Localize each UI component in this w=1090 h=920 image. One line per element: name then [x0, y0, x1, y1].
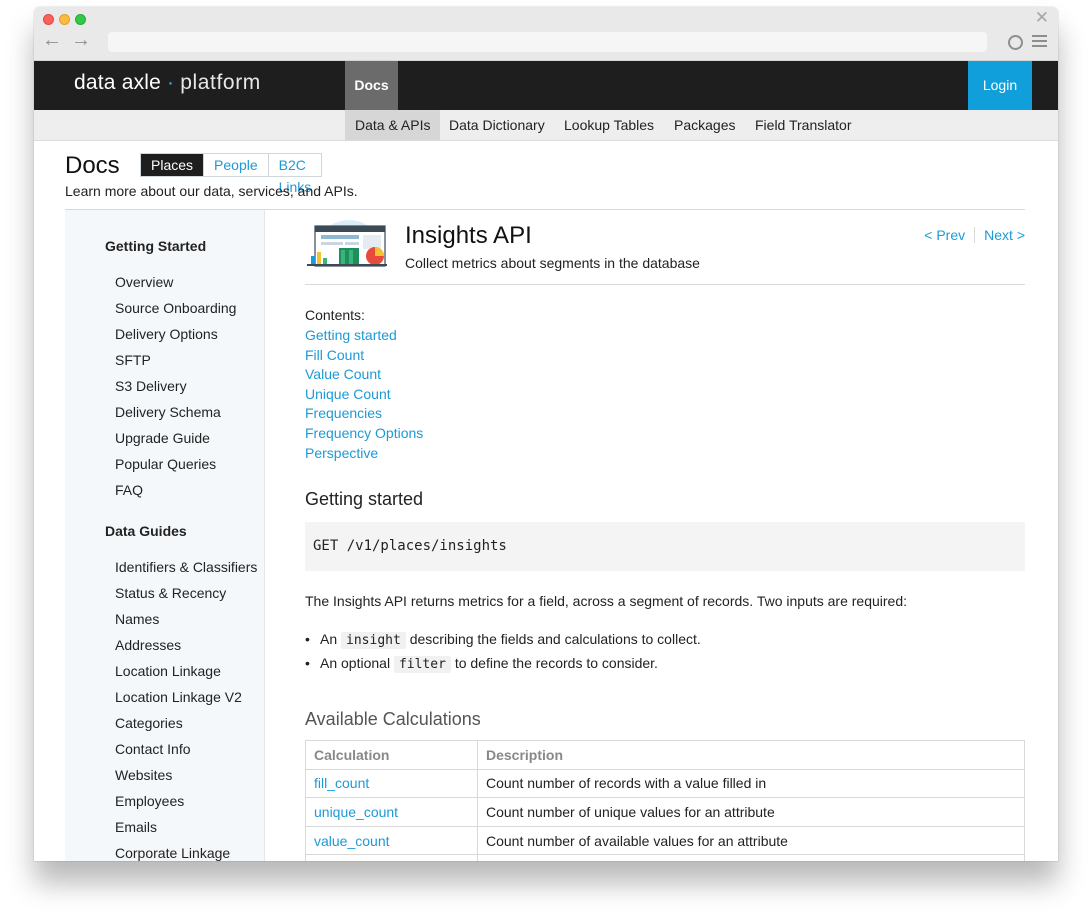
toc-link-perspective[interactable]: Perspective: [305, 444, 423, 464]
sidebar-item-employees[interactable]: Employees: [115, 793, 184, 809]
sidebar-item-source-onboarding[interactable]: Source Onboarding: [115, 300, 236, 316]
toc-link-getting-started[interactable]: Getting started: [305, 326, 423, 346]
article-subtitle: Collect metrics about segments in the da…: [405, 255, 700, 271]
section-heading-getting-started: Getting started: [305, 489, 424, 509]
browser-chrome: ✕ ← →: [34, 7, 1058, 61]
brand-name: data axle: [74, 71, 162, 94]
sidebar-item-websites[interactable]: Websites: [115, 767, 172, 783]
top-navbar: data axle · platform Docs Login: [34, 61, 1058, 110]
calculations-table: Calculation Description fill_count Count…: [305, 740, 1025, 861]
calculation-description: Count number of unique values for an att…: [477, 797, 1025, 827]
sidebar-item-delivery-schema[interactable]: Delivery Schema: [115, 404, 221, 420]
subnav-data-dictionary[interactable]: Data Dictionary: [439, 110, 555, 140]
bullet-text: describing the fields and calculations t…: [409, 631, 701, 647]
divider: [305, 284, 1025, 285]
pager: < Prev Next >: [924, 227, 1025, 243]
inline-code: filter: [393, 656, 451, 673]
intro-paragraph: The Insights API returns metrics for a f…: [305, 593, 908, 609]
browser-window: ✕ ← → data axle · platform Docs Login Data…: [34, 7, 1058, 861]
page-title: Docs: [65, 152, 120, 179]
brand-separator: ·: [167, 71, 175, 94]
calculation-description: [477, 854, 1025, 861]
column-header-calculation: Calculation: [305, 740, 478, 770]
bullet-text: An: [320, 631, 338, 647]
sidebar-item-status-recency[interactable]: Status & Recency: [115, 585, 226, 601]
tab-b2c-links[interactable]: B2C Links: [267, 154, 322, 195]
sidebar-item-emails[interactable]: Emails: [115, 819, 157, 835]
calculation-link[interactable]: unique_count: [305, 797, 478, 827]
code-block: GET /v1/places/insights: [305, 522, 1025, 571]
sub-navbar: Data & APIs Data Dictionary Lookup Table…: [34, 110, 1058, 141]
minimize-window-button[interactable]: [59, 14, 70, 25]
sidebar-item-names[interactable]: Names: [115, 611, 159, 627]
sidebar-item-s3-delivery[interactable]: S3 Delivery: [115, 378, 187, 394]
table-of-contents: Getting started Fill Count Value Count U…: [305, 326, 423, 463]
calculation-link[interactable]: value_count: [305, 825, 478, 856]
prev-link[interactable]: < Prev: [924, 227, 976, 243]
sidebar-item-identifiers[interactable]: Identifiers & Classifiers: [115, 559, 257, 575]
calculation-link[interactable]: [305, 854, 478, 861]
table-row: fill_count Count number of records with …: [305, 768, 1025, 799]
sidebar-section-data-guides: Data Guides: [105, 523, 187, 539]
toc-link-fill-count[interactable]: Fill Count: [305, 346, 423, 366]
next-link[interactable]: Next >: [984, 227, 1025, 243]
insights-illustration: [307, 220, 387, 267]
brand-product: platform: [180, 71, 261, 94]
sidebar-item-location-linkage[interactable]: Location Linkage: [115, 663, 221, 679]
login-button[interactable]: Login: [968, 61, 1032, 110]
toc-link-frequency-options[interactable]: Frequency Options: [305, 424, 423, 444]
sidebar-item-categories[interactable]: Categories: [115, 715, 183, 731]
forward-arrow-icon[interactable]: →: [71, 30, 91, 50]
dataset-tabs: Places People B2C Links: [140, 153, 323, 195]
subnav-packages[interactable]: Packages: [664, 110, 745, 140]
brand-logo[interactable]: data axle · platform: [74, 71, 261, 95]
toc-link-unique-count[interactable]: Unique Count: [305, 385, 423, 405]
article-title: Insights API: [405, 222, 532, 249]
toc-link-value-count[interactable]: Value Count: [305, 365, 423, 385]
close-window-button[interactable]: [43, 14, 54, 25]
close-icon[interactable]: ✕: [1035, 8, 1049, 28]
maximize-window-button[interactable]: [75, 14, 86, 25]
back-arrow-icon[interactable]: ←: [42, 30, 62, 50]
sidebar-item-sftp[interactable]: SFTP: [115, 352, 151, 368]
sidebar-item-corporate-linkage[interactable]: Corporate Linkage: [115, 845, 230, 861]
address-bar[interactable]: [108, 32, 987, 52]
sidebar-item-faq[interactable]: FAQ: [115, 482, 143, 498]
calculation-link[interactable]: fill_count: [305, 768, 478, 799]
sidebar-item-delivery-options[interactable]: Delivery Options: [115, 326, 218, 342]
inline-code: insight: [341, 632, 406, 649]
calculation-description: Count number of records with a value fil…: [477, 768, 1025, 799]
sidebar-item-popular-queries[interactable]: Popular Queries: [115, 456, 216, 472]
contents-label: Contents:: [305, 307, 365, 323]
sidebar-item-contact-info[interactable]: Contact Info: [115, 741, 191, 757]
requirements-list: An insight describing the fields and cal…: [305, 627, 701, 675]
list-item: An insight describing the fields and cal…: [305, 627, 701, 651]
list-item: An optional filter to define the records…: [305, 651, 701, 675]
docs-sidebar: Getting Started Overview Source Onboardi…: [65, 210, 265, 861]
sidebar-item-location-linkage-v2[interactable]: Location Linkage V2: [115, 689, 242, 705]
column-header-description: Description: [477, 740, 1025, 770]
menu-icon[interactable]: [1032, 35, 1047, 48]
table-row: value_count Count number of available va…: [305, 825, 1025, 856]
toc-link-frequencies[interactable]: Frequencies: [305, 404, 423, 424]
calculation-description: Count number of available values for an …: [477, 825, 1025, 856]
sidebar-item-upgrade-guide[interactable]: Upgrade Guide: [115, 430, 210, 446]
sidebar-section-getting-started: Getting Started: [105, 238, 207, 254]
subnav-lookup-tables[interactable]: Lookup Tables: [554, 110, 664, 140]
subnav-field-translator[interactable]: Field Translator: [745, 110, 861, 140]
sidebar-item-overview[interactable]: Overview: [115, 274, 173, 290]
bullet-text: An optional: [320, 655, 391, 671]
tab-people[interactable]: People: [203, 154, 268, 176]
nav-docs-tab[interactable]: Docs: [345, 61, 398, 110]
reload-icon[interactable]: [1008, 35, 1023, 50]
table-row: [305, 854, 1025, 861]
table-row: unique_count Count number of unique valu…: [305, 797, 1025, 827]
table-header-row: Calculation Description: [305, 740, 1025, 770]
subnav-data-apis[interactable]: Data & APIs: [345, 110, 441, 140]
sidebar-item-addresses[interactable]: Addresses: [115, 637, 181, 653]
page-subtitle: Learn more about our data, services, and…: [65, 183, 358, 199]
tab-places[interactable]: Places: [141, 154, 204, 176]
bullet-text: to define the records to consider.: [454, 655, 658, 671]
section-heading-available-calculations: Available Calculations: [305, 709, 481, 729]
